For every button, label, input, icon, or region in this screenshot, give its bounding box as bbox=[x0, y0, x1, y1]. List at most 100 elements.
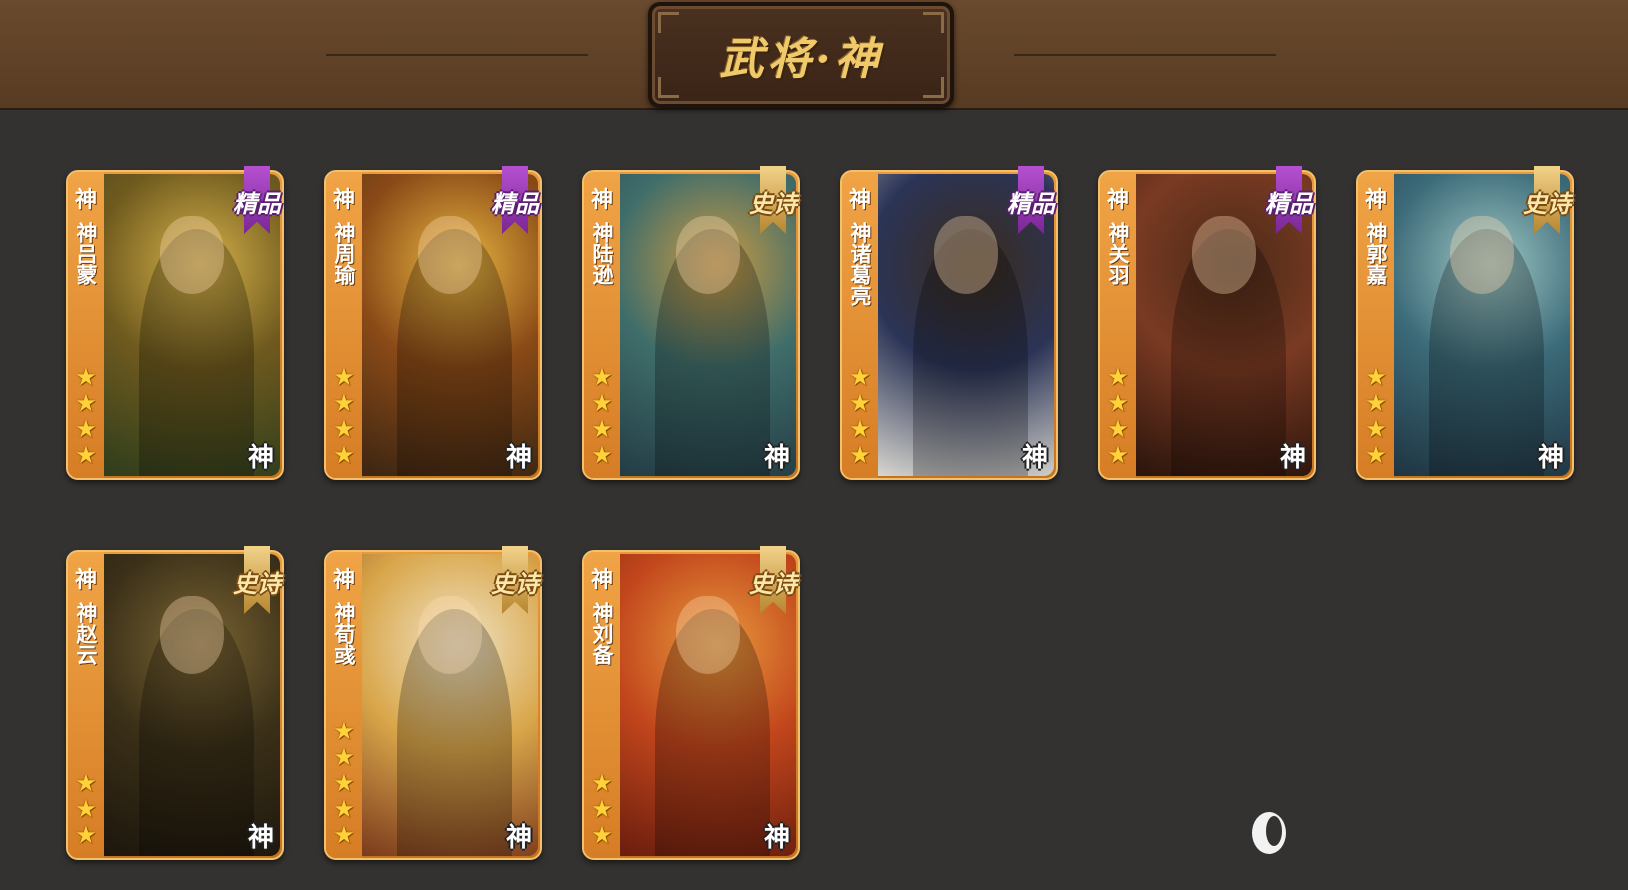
star-icon: ★ bbox=[333, 389, 355, 417]
hero-head bbox=[1450, 216, 1514, 295]
hero-name: 神赵云 bbox=[74, 602, 98, 665]
hero-name: 神陆逊 bbox=[590, 222, 614, 285]
hero-card[interactable]: 神神刘备 ★ ★ ★ 史诗神 bbox=[582, 546, 800, 860]
hero-card[interactable]: 神神吕蒙 ★ ★ ★ ★ 精品神 bbox=[66, 166, 284, 480]
god-tier-mark: 神 bbox=[505, 823, 532, 853]
star-icon: ★ bbox=[75, 415, 97, 443]
rarity-badge: 史诗 bbox=[484, 546, 546, 618]
rarity-label: 精品 bbox=[1265, 189, 1313, 218]
faction-label: 神 bbox=[332, 188, 355, 213]
hero-head bbox=[1192, 216, 1256, 295]
god-tier-mark: 神 bbox=[1537, 443, 1564, 473]
star-icon: ★ bbox=[333, 795, 355, 823]
star-icon: ★ bbox=[333, 415, 355, 443]
star-icon: ★ bbox=[1365, 415, 1387, 443]
hero-head bbox=[676, 596, 740, 675]
star-icon: ★ bbox=[591, 415, 613, 443]
hero-card[interactable]: 神神郭嘉 ★ ★ ★ ★ 史诗神 bbox=[1356, 166, 1574, 480]
star-icon: ★ bbox=[75, 795, 97, 823]
rarity-label: 精品 bbox=[233, 189, 281, 218]
star-icon: ★ bbox=[1365, 389, 1387, 417]
star-icon: ★ bbox=[75, 389, 97, 417]
hero-card[interactable]: 神神周瑜 ★ ★ ★ ★ 精品神 bbox=[324, 166, 542, 480]
star-icon: ★ bbox=[591, 769, 613, 797]
star-icon: ★ bbox=[1107, 441, 1129, 469]
star-icon: ★ bbox=[333, 743, 355, 771]
hero-name: 神荀彧 bbox=[332, 602, 356, 665]
faction-label: 神 bbox=[590, 188, 613, 213]
hero-head bbox=[418, 216, 482, 295]
star-icon: ★ bbox=[591, 795, 613, 823]
star-rating: ★ ★ ★ ★ bbox=[330, 364, 358, 468]
hero-card[interactable]: 神神关羽 ★ ★ ★ ★ 精品神 bbox=[1098, 166, 1316, 480]
rarity-label: 史诗 bbox=[749, 189, 797, 218]
god-tier-mark: 神 bbox=[763, 443, 790, 473]
hero-name: 神吕蒙 bbox=[74, 222, 98, 285]
rarity-badge: 史诗 bbox=[226, 546, 288, 618]
god-tier-mark: 神 bbox=[247, 443, 274, 473]
star-icon: ★ bbox=[849, 441, 871, 469]
faction-label: 神 bbox=[1106, 188, 1129, 213]
star-icon: ★ bbox=[1107, 389, 1129, 417]
rarity-badge: 精品 bbox=[484, 166, 546, 238]
faction-label: 神 bbox=[74, 568, 97, 593]
rarity-badge: 史诗 bbox=[742, 546, 804, 618]
star-icon: ★ bbox=[333, 441, 355, 469]
watermark-logo-icon bbox=[1252, 812, 1286, 854]
hero-name: 神刘备 bbox=[590, 602, 614, 665]
rarity-badge: 精品 bbox=[226, 166, 288, 238]
hero-name: 神周瑜 bbox=[332, 222, 356, 285]
hero-head bbox=[418, 596, 482, 675]
star-rating: ★ ★ ★ ★ bbox=[1104, 364, 1132, 468]
star-rating: ★ ★ ★ bbox=[588, 770, 616, 848]
star-icon: ★ bbox=[591, 363, 613, 391]
star-icon: ★ bbox=[75, 821, 97, 849]
star-icon: ★ bbox=[333, 769, 355, 797]
rarity-label: 史诗 bbox=[1523, 189, 1571, 218]
star-icon: ★ bbox=[75, 441, 97, 469]
hero-head bbox=[934, 216, 998, 295]
star-icon: ★ bbox=[333, 821, 355, 849]
star-icon: ★ bbox=[1365, 363, 1387, 391]
star-rating: ★ ★ ★ ★ bbox=[588, 364, 616, 468]
rarity-label: 史诗 bbox=[749, 569, 797, 598]
hero-card[interactable]: 神神陆逊 ★ ★ ★ ★ 史诗神 bbox=[582, 166, 800, 480]
rarity-label: 史诗 bbox=[233, 569, 281, 598]
star-rating: ★ ★ ★ ★ bbox=[1362, 364, 1390, 468]
god-tier-mark: 神 bbox=[505, 443, 532, 473]
god-tier-mark: 神 bbox=[247, 823, 274, 853]
star-icon: ★ bbox=[849, 415, 871, 443]
star-icon: ★ bbox=[1107, 415, 1129, 443]
hero-card[interactable]: 神神诸葛亮 ★ ★ ★ ★ 精品神 bbox=[840, 166, 1058, 480]
hero-head bbox=[160, 596, 224, 675]
star-icon: ★ bbox=[591, 821, 613, 849]
star-icon: ★ bbox=[849, 363, 871, 391]
god-tier-mark: 神 bbox=[1279, 443, 1306, 473]
hero-card-grid: 神神吕蒙 ★ ★ ★ ★ 精品神神神周瑜 ★ ★ ★ ★ 精品神神神陆逊 ★ ★ ★ ★ 史诗神神神诸葛亮 ★ ★… bbox=[0, 0, 1628, 890]
rarity-badge: 精品 bbox=[1000, 166, 1062, 238]
hero-name: 神郭嘉 bbox=[1364, 222, 1388, 285]
star-icon: ★ bbox=[591, 389, 613, 417]
rarity-label: 史诗 bbox=[491, 569, 539, 598]
rarity-badge: 史诗 bbox=[1516, 166, 1578, 238]
star-icon: ★ bbox=[849, 389, 871, 417]
rarity-badge: 史诗 bbox=[742, 166, 804, 238]
rarity-badge: 精品 bbox=[1258, 166, 1320, 238]
star-rating: ★ ★ ★ ★ bbox=[846, 364, 874, 468]
hero-name: 神关羽 bbox=[1106, 222, 1130, 285]
star-icon: ★ bbox=[333, 717, 355, 745]
hero-card[interactable]: 神神赵云 ★ ★ ★ 史诗神 bbox=[66, 546, 284, 860]
faction-label: 神 bbox=[332, 568, 355, 593]
hero-name: 神诸葛亮 bbox=[848, 222, 872, 306]
faction-label: 神 bbox=[74, 188, 97, 213]
god-tier-mark: 神 bbox=[763, 823, 790, 853]
star-rating: ★ ★ ★ bbox=[72, 770, 100, 848]
star-icon: ★ bbox=[1365, 441, 1387, 469]
star-icon: ★ bbox=[1107, 363, 1129, 391]
faction-label: 神 bbox=[1364, 188, 1387, 213]
hero-card[interactable]: 神神荀彧 ★ ★ ★ ★ ★ 史诗神 bbox=[324, 546, 542, 860]
faction-label: 神 bbox=[590, 568, 613, 593]
rarity-label: 精品 bbox=[491, 189, 539, 218]
faction-label: 神 bbox=[848, 188, 871, 213]
hero-head bbox=[160, 216, 224, 295]
